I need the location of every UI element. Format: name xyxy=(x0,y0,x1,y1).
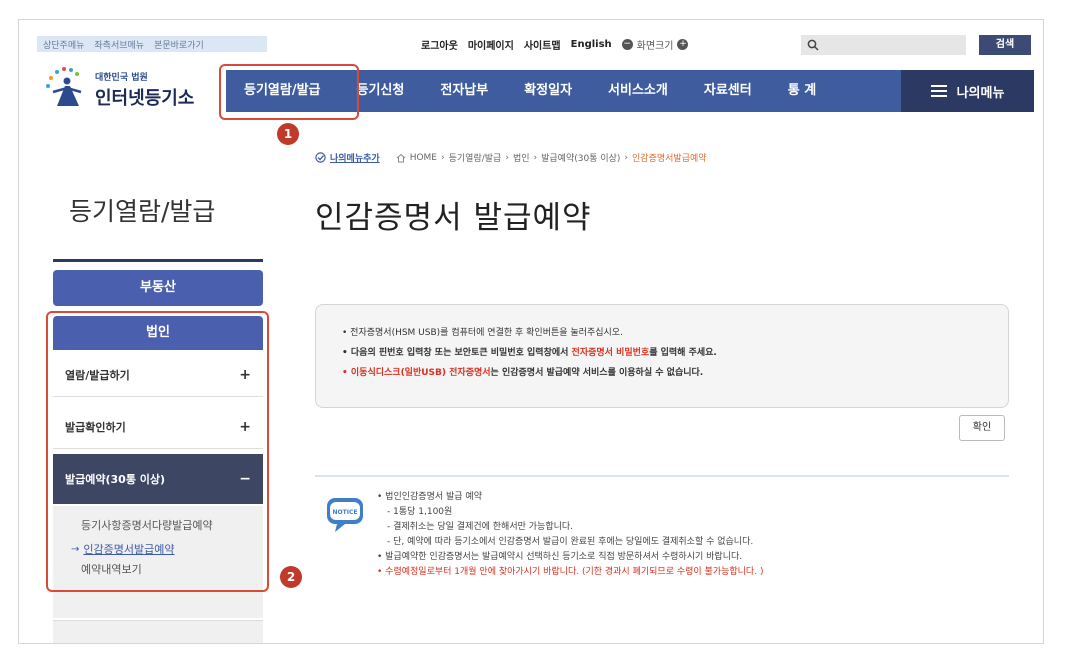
info-line: • 법인인감증명서 발급 예약 xyxy=(377,492,482,502)
svg-text:NOTICE: NOTICE xyxy=(333,509,358,516)
notice-box: • 전자증명서(HSM USB)를 컴퓨터에 연결한 후 확인버튼을 눌러주십시… xyxy=(315,304,1009,408)
highlight-box-lnb xyxy=(46,311,269,592)
breadcrumb-item[interactable]: 등기열람/발급 xyxy=(449,151,502,164)
skip-link-gnb[interactable]: 상단주메뉴 xyxy=(43,38,84,51)
section-divider xyxy=(315,475,1009,477)
site-logo[interactable]: 대한민국 법원 인터넷등기소 xyxy=(43,64,233,114)
tab-real-estate[interactable]: 부동산 xyxy=(53,270,263,306)
search-button[interactable]: 검색 xyxy=(979,35,1031,55)
step-badge-1: 1 xyxy=(277,123,299,145)
lnb-divider xyxy=(53,259,263,262)
breadcrumb: 나의메뉴추가 HOME › 등기열람/발급 › 법인 › 발급예약(30통 이상… xyxy=(315,151,707,164)
skip-link-content[interactable]: 본문바로가기 xyxy=(154,38,204,51)
breadcrumb-home[interactable]: HOME xyxy=(410,153,437,163)
logout-link[interactable]: 로그아웃 xyxy=(421,37,458,52)
skip-link-lnb[interactable]: 좌측서브메뉴 xyxy=(94,38,144,51)
info-line: - 단, 예약에 따라 등기소에서 인감증명서 발급이 완료된 후에는 당일에도… xyxy=(387,537,754,547)
notice-line: • 이동식디스크(일반USB) 전자증명서는 인감증명서 발급예약 서비스를 이… xyxy=(342,368,704,378)
info-line: • 발급예약한 인감증명서는 발급예약시 선택하신 등기소로 직접 방문하셔서 … xyxy=(377,552,743,562)
logo-subtitle: 대한민국 법원 xyxy=(95,73,148,83)
font-decrease-button[interactable]: − xyxy=(621,38,633,50)
logo-mark-icon xyxy=(46,67,82,106)
check-icon xyxy=(315,152,326,163)
breadcrumb-item[interactable]: 발급예약(30통 이상) xyxy=(541,151,620,164)
page-title: 인감증명서 발급예약 xyxy=(315,200,592,236)
hamburger-icon xyxy=(930,85,947,97)
step-badge-2: 2 xyxy=(280,566,302,588)
notice-line: • 전자증명서(HSM USB)를 컴퓨터에 연결한 후 확인버튼을 눌러주십시… xyxy=(342,328,623,338)
info-line: - 결제취소는 당일 결제건에 한해서만 가능합니다. xyxy=(387,522,574,532)
lnb-bottom xyxy=(53,620,263,643)
notice-icon: NOTICE xyxy=(327,498,363,532)
skip-links: 상단주메뉴 좌측서브메뉴 본문바로가기 xyxy=(37,36,267,52)
confirm-button[interactable]: 확인 xyxy=(959,415,1005,441)
breadcrumb-item[interactable]: 법인 xyxy=(513,151,530,164)
mypage-link[interactable]: 마이페이지 xyxy=(468,37,514,52)
gnb-item-e-payment[interactable]: 전자납부 xyxy=(422,70,506,112)
english-link[interactable]: English xyxy=(571,39,612,50)
font-increase-button[interactable]: + xyxy=(677,38,689,50)
add-my-menu-link[interactable]: 나의메뉴추가 xyxy=(330,151,380,164)
notice-line: • 다음의 핀번호 입력창 또는 보안토큰 비밀번호 입력창에서 전자증명서 비… xyxy=(342,348,717,358)
top-links: 로그아웃 마이페이지 사이트맵 English − 화면크기 + xyxy=(421,34,689,54)
sitemap-link[interactable]: 사이트맵 xyxy=(524,37,561,52)
info-line-warning: • 수령예정일로부터 1개월 안에 찾아가시기 바랍니다. (기한 경과시 폐기… xyxy=(377,567,764,577)
search-icon xyxy=(807,39,819,51)
my-menu-button[interactable]: 나의메뉴 xyxy=(901,70,1034,112)
highlight-box-gnb xyxy=(219,64,359,120)
gnb-item-fixed-date[interactable]: 확정일자 xyxy=(506,70,590,112)
home-icon xyxy=(396,153,406,162)
logo-title: 인터넷등기소 xyxy=(95,88,195,109)
gnb-item-service-intro[interactable]: 서비스소개 xyxy=(590,70,686,112)
screenshot-frame: 상단주메뉴 좌측서브메뉴 본문바로가기 로그아웃 마이페이지 사이트맵 Engl… xyxy=(18,19,1044,644)
my-menu-label: 나의메뉴 xyxy=(956,85,1005,101)
gnb-item-resources[interactable]: 자료센터 xyxy=(686,70,770,112)
info-list: • 법인인감증명서 발급 예약 - 1통당 1,100원 - 결제취소는 당일 … xyxy=(377,490,763,580)
font-size-label: 화면크기 xyxy=(636,40,674,52)
breadcrumb-current: 인감증명서발급예약 xyxy=(632,154,707,164)
gnb-item-statistics[interactable]: 통 계 xyxy=(770,70,834,112)
font-size-control: − 화면크기 + xyxy=(621,37,689,52)
search-input[interactable] xyxy=(801,35,966,55)
info-line: - 1통당 1,100원 xyxy=(387,507,453,517)
section-title: 등기열람/발급 xyxy=(69,197,216,226)
utility-bar: 상단주메뉴 좌측서브메뉴 본문바로가기 로그아웃 마이페이지 사이트맵 Engl… xyxy=(31,34,1031,55)
